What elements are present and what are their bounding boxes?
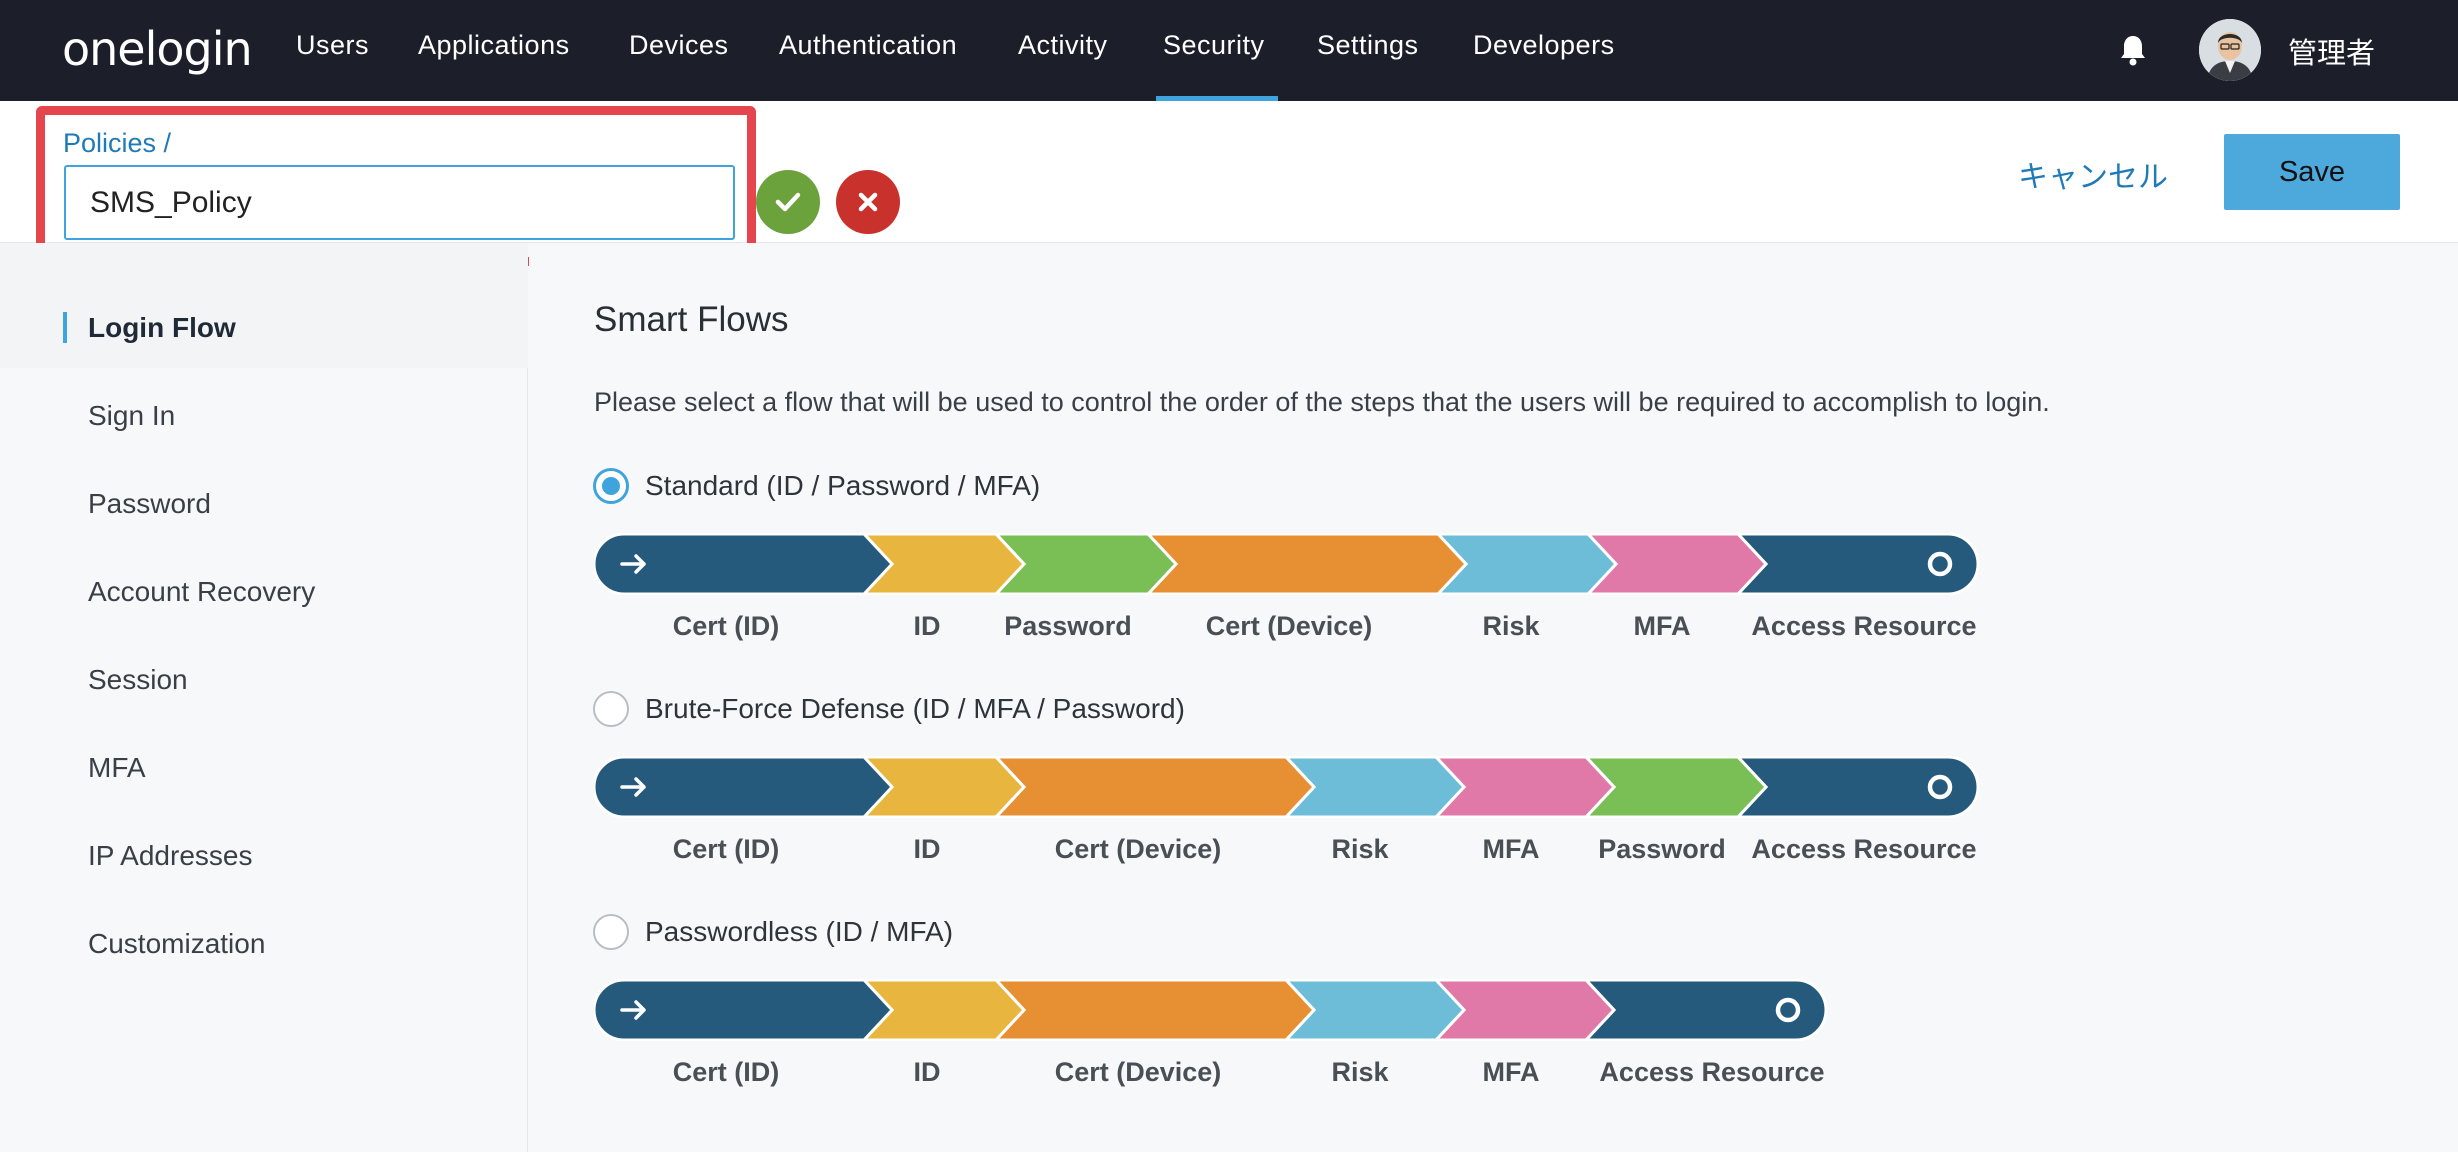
- nav-item-settings[interactable]: Settings: [1317, 30, 1419, 61]
- save-button[interactable]: Save: [2224, 134, 2400, 210]
- sidebar-item-session[interactable]: Session: [88, 664, 188, 696]
- flow-radio-passwordless[interactable]: [593, 914, 629, 950]
- step-label: Access Resource: [1599, 1057, 1825, 1087]
- step-label: MFA: [1482, 834, 1540, 864]
- top-nav-bar: onelogin Users Applications Devices Auth…: [0, 0, 2458, 101]
- step-label: MFA: [1482, 1057, 1540, 1087]
- section-description: Please select a flow that will be used t…: [594, 387, 2050, 417]
- step-label: ID: [913, 611, 941, 641]
- sidebar-item-ip-addresses[interactable]: IP Addresses: [88, 840, 252, 872]
- step-label: Cert (Device): [1054, 1057, 1222, 1087]
- discard-name-button[interactable]: [836, 170, 900, 234]
- step-label: ID: [913, 1057, 941, 1087]
- highlight-annotation-box: [36, 106, 756, 266]
- nav-item-applications[interactable]: Applications: [418, 30, 570, 61]
- nav-item-devices[interactable]: Devices: [629, 30, 729, 61]
- sidebar-item-account-recovery[interactable]: Account Recovery: [88, 576, 315, 608]
- flow-radio-standard[interactable]: [593, 468, 629, 504]
- step-label: Cert (ID): [672, 611, 780, 641]
- step-label: Risk: [1331, 1057, 1389, 1087]
- onelogin-logo[interactable]: onelogin: [62, 22, 253, 76]
- policy-sidebar: Login Flow Sign In Password Account Reco…: [0, 243, 528, 1152]
- sidebar-item-mfa[interactable]: MFA: [88, 752, 146, 784]
- nav-item-users[interactable]: Users: [296, 30, 369, 61]
- step-label: Cert (Device): [1205, 611, 1373, 641]
- nav-item-developers[interactable]: Developers: [1473, 30, 1615, 61]
- flow-label-passwordless[interactable]: Passwordless (ID / MFA): [645, 916, 953, 948]
- nav-item-security[interactable]: Security: [1163, 30, 1265, 61]
- user-name[interactable]: 管理者: [2288, 30, 2375, 72]
- step-label: ID: [913, 834, 941, 864]
- sidebar-item-login-flow[interactable]: Login Flow: [88, 312, 236, 344]
- flow-step-segment: [1583, 979, 1828, 1041]
- section-title: Smart Flows: [594, 300, 789, 339]
- step-label: Cert (Device): [1054, 834, 1222, 864]
- step-label: Password: [1004, 611, 1132, 641]
- sidebar-active-background: [0, 243, 528, 368]
- flow-step-segment: [1145, 533, 1469, 595]
- step-label: Password: [1598, 834, 1726, 864]
- step-label: MFA: [1633, 611, 1691, 641]
- avatar-portrait-icon: [2199, 19, 2261, 81]
- bell-icon[interactable]: [2118, 34, 2148, 66]
- flow-label-brute-force[interactable]: Brute-Force Defense (ID / MFA / Password…: [645, 693, 1185, 725]
- step-label: Risk: [1331, 834, 1389, 864]
- sidebar-item-customization[interactable]: Customization: [88, 928, 265, 960]
- nav-item-authentication[interactable]: Authentication: [779, 30, 957, 61]
- user-avatar[interactable]: [2199, 19, 2261, 81]
- flow-step-segment: [1735, 533, 1980, 595]
- flow-diagram-passwordless: [594, 979, 1828, 1041]
- close-icon: [858, 192, 878, 212]
- flow-step-segment: [993, 979, 1317, 1041]
- nav-item-activity[interactable]: Activity: [1018, 30, 1108, 61]
- step-label: Access Resource: [1751, 834, 1977, 864]
- step-label: Cert (ID): [672, 834, 780, 864]
- flow-diagram-brute-force: [594, 756, 1980, 818]
- sidebar-active-indicator: [63, 312, 67, 343]
- flow-label-standard[interactable]: Standard (ID / Password / MFA): [645, 470, 1040, 502]
- sidebar-item-password[interactable]: Password: [88, 488, 211, 520]
- step-label: Risk: [1482, 611, 1540, 641]
- flow-diagram-standard: [594, 533, 1980, 595]
- cancel-link[interactable]: キャンセル: [2018, 152, 2168, 196]
- sidebar-item-sign-in[interactable]: Sign In: [88, 400, 175, 432]
- step-label: Access Resource: [1751, 611, 1977, 641]
- confirm-name-button[interactable]: [756, 170, 820, 234]
- checkmark-icon: [775, 192, 801, 212]
- flow-radio-brute-force[interactable]: [593, 691, 629, 727]
- flow-step-segment: [1735, 756, 1980, 818]
- step-label: Cert (ID): [672, 1057, 780, 1087]
- flow-step-segment: [993, 756, 1317, 818]
